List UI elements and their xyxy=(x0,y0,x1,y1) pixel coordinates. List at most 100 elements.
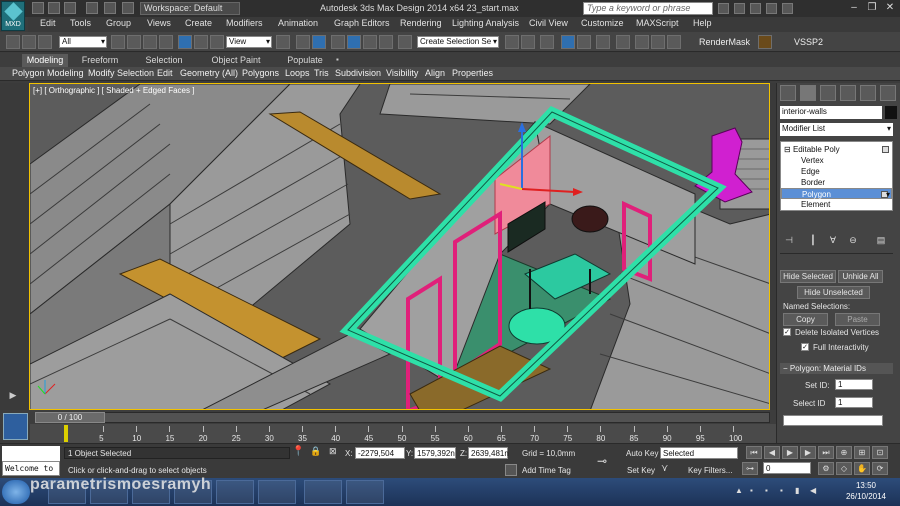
stack-item-border[interactable]: Border xyxy=(781,177,892,188)
time-slider-track[interactable] xyxy=(35,412,770,423)
zoom-icon[interactable]: ⊕ xyxy=(836,446,852,459)
app-icon[interactable] xyxy=(304,480,342,504)
mini-listener-icon[interactable] xyxy=(3,413,28,440)
panel-align[interactable]: Align xyxy=(425,68,445,78)
help-icon[interactable] xyxy=(782,3,793,14)
copy-button[interactable]: Copy xyxy=(783,313,828,326)
snaps-toggle-icon[interactable] xyxy=(331,35,345,49)
menu-lighting-analysis[interactable]: Lighting Analysis xyxy=(452,18,519,28)
x-coordinate-field[interactable]: -2279,504 xyxy=(355,447,405,459)
add-time-tag[interactable]: Add Time Tag xyxy=(522,466,571,475)
undo-icon[interactable] xyxy=(86,2,98,14)
panel-visibility[interactable]: Visibility xyxy=(386,68,418,78)
panel-subdivision[interactable]: Subdivision xyxy=(335,68,381,78)
stack-item-vertex[interactable]: Vertex xyxy=(781,155,892,166)
hierarchy-tab-icon[interactable] xyxy=(820,85,836,101)
material-ids-rollout[interactable]: − Polygon: Material IDs xyxy=(780,363,893,374)
tab-populate[interactable]: Populate xyxy=(282,54,328,67)
pan-icon[interactable]: ✋ xyxy=(854,462,870,475)
display-tab-icon[interactable] xyxy=(860,85,876,101)
volume-icon[interactable]: ◀ xyxy=(810,486,820,496)
render-setup-icon[interactable] xyxy=(635,35,649,49)
bind-space-warp-icon[interactable] xyxy=(38,35,52,49)
next-frame-icon[interactable]: ▶ xyxy=(800,446,816,459)
menu-maxscript[interactable]: MAXScript xyxy=(636,18,679,28)
set-key-icon[interactable]: ⋎ xyxy=(661,463,673,475)
select-rotate-icon[interactable] xyxy=(194,35,208,49)
material-name-dropdown[interactable] xyxy=(783,415,883,426)
project-folder-icon[interactable] xyxy=(122,2,134,14)
select-object-icon[interactable] xyxy=(111,35,125,49)
menu-create[interactable]: Create xyxy=(185,18,212,28)
align-icon[interactable] xyxy=(521,35,535,49)
schematic-view-icon[interactable] xyxy=(596,35,610,49)
set-key-button[interactable]: Set Key xyxy=(627,466,655,475)
key-mode-toggle-icon[interactable]: ⊶ xyxy=(742,462,758,475)
new-file-icon[interactable] xyxy=(32,2,44,14)
menu-edit[interactable]: Edit xyxy=(40,18,56,28)
time-slider-thumb[interactable]: 0 / 100 xyxy=(35,412,105,423)
subscription-icon[interactable] xyxy=(734,3,745,14)
select-move-icon[interactable] xyxy=(178,35,192,49)
maxscript-listener-input[interactable] xyxy=(2,446,60,461)
configure-modifier-sets-icon[interactable]: ▤ xyxy=(875,235,887,247)
create-tab-icon[interactable] xyxy=(780,85,796,101)
time-configuration-icon[interactable]: ⚙ xyxy=(818,462,834,475)
key-filters-button[interactable]: Key Filters... xyxy=(688,466,732,475)
tray-arrow-icon[interactable]: ▲ xyxy=(735,486,745,496)
vssp-label[interactable]: VSSP2 xyxy=(794,37,823,47)
tab-freeform[interactable]: Freeform xyxy=(78,54,122,67)
unhide-all-button[interactable]: Unhide All xyxy=(838,270,883,283)
selection-filter-dropdown[interactable]: All xyxy=(59,36,107,48)
play-icon[interactable]: ▶ xyxy=(782,446,798,459)
render-mask-label[interactable]: RenderMask xyxy=(699,37,750,47)
auto-key-button[interactable]: Auto Key xyxy=(626,449,658,458)
tab-modeling[interactable]: Modeling xyxy=(22,54,68,67)
object-color-swatch[interactable] xyxy=(885,106,897,119)
current-frame-field[interactable]: 0 xyxy=(763,462,811,474)
rendered-frame-window-icon[interactable] xyxy=(651,35,665,49)
expand-icon[interactable]: ⊟ xyxy=(784,145,791,154)
pin-stack-icon[interactable]: ⊣ xyxy=(783,235,795,247)
stack-toggle-icon[interactable] xyxy=(882,146,889,153)
select-scale-icon[interactable] xyxy=(210,35,224,49)
select-manipulate-icon[interactable] xyxy=(296,35,310,49)
lock-selection-icon[interactable]: 🔒 xyxy=(310,446,321,458)
curve-editor-icon[interactable] xyxy=(577,35,591,49)
zoom-extents-icon[interactable]: ⊡ xyxy=(872,446,888,459)
app-logo-icon[interactable]: MXD xyxy=(1,1,25,31)
tray-icon[interactable]: ▪ xyxy=(765,486,775,496)
panel-tris[interactable]: Tris xyxy=(314,68,329,78)
mirror-icon[interactable] xyxy=(505,35,519,49)
stack-item-polygon[interactable]: Polygon xyxy=(781,188,892,200)
y-coordinate-field[interactable]: 1579,392n xyxy=(414,447,456,459)
communication-icon[interactable] xyxy=(750,3,761,14)
save-file-icon[interactable] xyxy=(64,2,76,14)
spinner-snap-icon[interactable] xyxy=(379,35,393,49)
rectangular-selection-icon[interactable] xyxy=(143,35,157,49)
viewport-perspective[interactable]: [+] [ Orthographic ] [ Shaded + Edged Fa… xyxy=(29,83,770,410)
paste-button[interactable]: Paste xyxy=(835,313,880,326)
z-coordinate-field[interactable]: 2639,481n xyxy=(468,447,509,459)
material-editor-icon[interactable] xyxy=(616,35,630,49)
window-crossing-icon[interactable] xyxy=(159,35,173,49)
select-id-spinner[interactable]: 1 xyxy=(835,397,873,408)
reference-coordinate-dropdown[interactable]: View xyxy=(226,36,272,48)
menu-civil-view[interactable]: Civil View xyxy=(529,18,568,28)
menu-customize[interactable]: Customize xyxy=(581,18,624,28)
go-to-start-icon[interactable]: ⏮ xyxy=(746,446,762,459)
hide-selected-button[interactable]: Hide Selected xyxy=(780,270,836,283)
select-by-name-icon[interactable] xyxy=(127,35,141,49)
select-link-icon[interactable] xyxy=(6,35,20,49)
menu-group[interactable]: Group xyxy=(106,18,131,28)
stack-item-editable-poly[interactable]: ⊟ Editable Poly xyxy=(781,144,892,155)
menu-animation[interactable]: Animation xyxy=(278,18,318,28)
set-id-spinner[interactable]: 1 xyxy=(835,379,873,390)
panel-edit[interactable]: Edit xyxy=(157,68,173,78)
close-icon[interactable]: ✕ xyxy=(882,1,898,15)
search-icon[interactable] xyxy=(718,3,729,14)
start-button-icon[interactable] xyxy=(2,480,30,504)
open-file-icon[interactable] xyxy=(48,2,60,14)
stack-item-edge[interactable]: Edge xyxy=(781,166,892,177)
maximize-icon[interactable]: ❐ xyxy=(864,1,880,15)
